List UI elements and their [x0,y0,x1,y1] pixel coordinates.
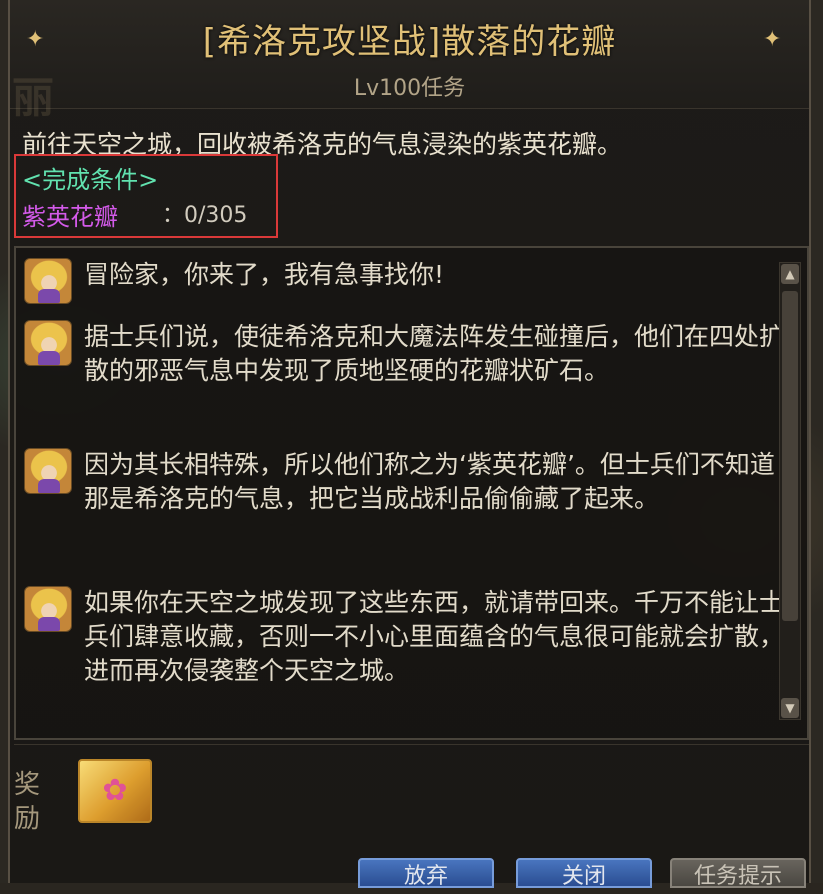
diamond-ornament-icon: ✦ [763,27,782,52]
npc-avatar [24,448,72,494]
dialog-text: 冒险家，你来了，我有急事找你! [84,260,445,289]
condition-item-name: 紫英花瓣 [22,203,118,231]
npc-dialog-list: 冒险家，你来了，我有急事找你! 据士兵们说，使徒希洛克和大魔法阵发生碰撞后，他们… [14,246,809,740]
reward-item-slot[interactable]: ✿ [78,759,152,823]
quest-panel: 丽 ✦ [希洛克攻坚战]散落的花瓣 ✦ Lv100任务 前往天空之城，回收被希洛… [8,0,811,889]
quest-header: 丽 ✦ [希洛克攻坚战]散落的花瓣 ✦ Lv100任务 [10,0,809,122]
abandon-button[interactable]: 放弃 [358,858,494,889]
dialog-scrollbar[interactable]: ▲ ▼ [779,262,801,720]
quest-hint-button[interactable]: 任务提示 [670,858,806,889]
scroll-thumb[interactable] [782,291,798,621]
npc-avatar [24,586,72,632]
quest-level: Lv100任务 [353,76,466,101]
flower-petal-icon: ✿ [102,773,128,808]
quest-title: [希洛克攻坚战]散落的花瓣 [202,22,617,62]
scroll-up-icon[interactable]: ▲ [781,264,799,284]
scroll-down-icon[interactable]: ▼ [781,698,799,718]
dialog-text: 如果你在天空之城发现了这些东西，就请带回来。千万不能让士兵们肆意收藏，否则一不小… [84,588,785,685]
close-button[interactable]: 关闭 [516,858,652,889]
dialog-text: 因为其长相特殊，所以他们称之为‘紫英花瓣’。但士兵们不知道那是希洛克的气息，把它… [84,450,775,513]
condition-label: <完成条件> [22,166,159,194]
npc-avatar [24,320,72,366]
reward-label: 奖励 [14,770,41,834]
npc-avatar [24,258,72,304]
condition-progress: ：0/305 [162,203,248,228]
dialog-text: 据士兵们说，使徒希洛克和大魔法阵发生碰撞后，他们在四处扩散的邪恶气息中发现了质地… [84,322,785,385]
